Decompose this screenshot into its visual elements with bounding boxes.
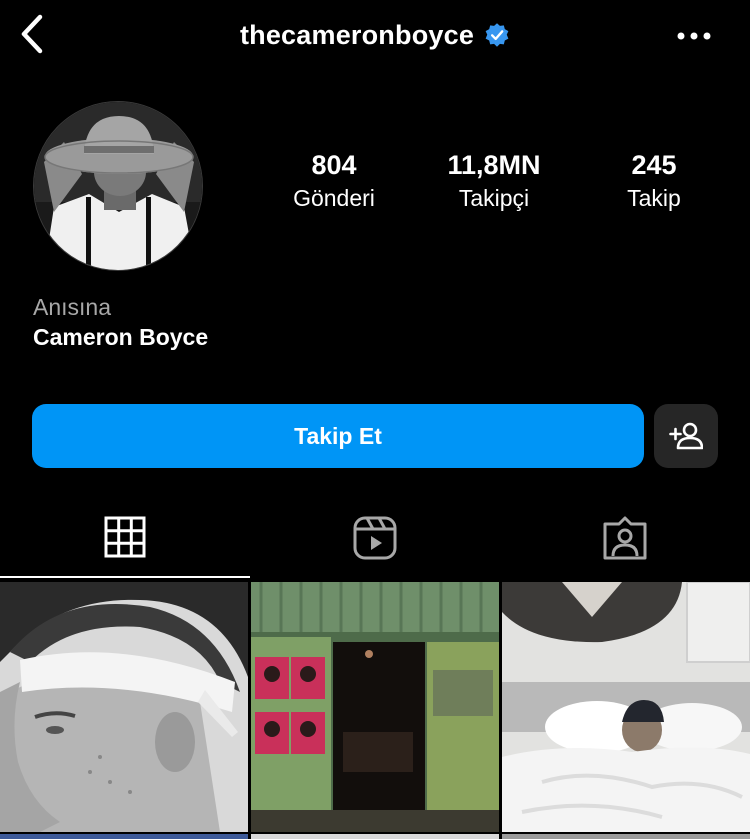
add-person-icon bbox=[669, 422, 703, 450]
post-image-3 bbox=[502, 582, 750, 832]
username: thecameronboyce bbox=[239, 19, 475, 50]
tab-grid[interactable] bbox=[0, 498, 250, 578]
post-image-1 bbox=[0, 582, 248, 832]
tab-reels[interactable] bbox=[250, 498, 500, 578]
following-label: Takip bbox=[627, 185, 681, 211]
post-image-2 bbox=[251, 582, 499, 832]
post-thumbnail-1[interactable] bbox=[0, 582, 248, 832]
reels-icon bbox=[353, 516, 397, 560]
posts-count: 804 bbox=[311, 150, 357, 180]
post-thumbnail-2[interactable] bbox=[251, 582, 499, 832]
follow-button-label: Takip Et bbox=[294, 422, 382, 449]
post-thumbnail-6[interactable] bbox=[502, 834, 750, 839]
avatar-image bbox=[34, 102, 202, 270]
more-horizontal-icon bbox=[677, 32, 711, 40]
more-options-button[interactable] bbox=[674, 22, 714, 50]
tagged-person-icon bbox=[603, 516, 647, 560]
profile-avatar[interactable] bbox=[33, 101, 203, 271]
post-thumbnail-4[interactable] bbox=[0, 834, 248, 839]
followers-count: 11,8MN bbox=[447, 150, 541, 180]
post-thumbnail-5[interactable] bbox=[251, 834, 499, 839]
post-thumbnail-3[interactable] bbox=[502, 582, 750, 832]
profile-header-title: thecameronboyce bbox=[0, 16, 750, 54]
tab-tagged[interactable] bbox=[500, 498, 750, 578]
suggested-accounts-button[interactable] bbox=[654, 404, 718, 468]
grid-icon bbox=[104, 516, 146, 558]
full-name: Cameron Boyce bbox=[33, 324, 209, 350]
profile-page: thecameronboyce 804 Gönderi 11,8MN Takip… bbox=[0, 0, 750, 839]
following-count: 245 bbox=[631, 150, 677, 180]
follow-button[interactable]: Takip Et bbox=[32, 404, 644, 468]
posts-label: Gönderi bbox=[293, 185, 375, 211]
memorial-label: Anısına bbox=[33, 294, 111, 320]
stat-posts[interactable]: 804 Gönderi bbox=[264, 146, 404, 212]
stat-following[interactable]: 245 Takip bbox=[584, 146, 724, 212]
followers-label: Takipçi bbox=[458, 185, 530, 211]
stat-followers[interactable]: 11,8MN Takipçi bbox=[424, 146, 564, 212]
verified-badge-icon bbox=[485, 23, 509, 47]
